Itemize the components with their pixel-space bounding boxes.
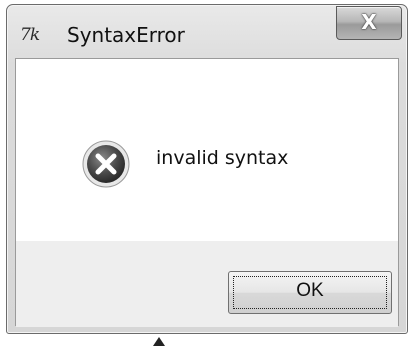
ok-button[interactable]: OK (228, 271, 392, 314)
ok-button-label: OK (296, 280, 324, 301)
message-area: invalid syntax (16, 59, 398, 241)
close-icon: X (361, 10, 377, 34)
close-button[interactable]: X (336, 6, 402, 40)
syntax-error-dialog: 7k SyntaxError X invalid syntax OK (6, 4, 408, 334)
tk-feather-icon: 7k (20, 25, 40, 45)
button-area: OK (16, 241, 398, 327)
dialog-body: invalid syntax OK (15, 58, 399, 327)
error-message: invalid syntax (156, 147, 289, 169)
window-title: SyntaxError (67, 23, 185, 47)
error-icon (82, 140, 130, 188)
mouse-cursor (153, 337, 165, 346)
